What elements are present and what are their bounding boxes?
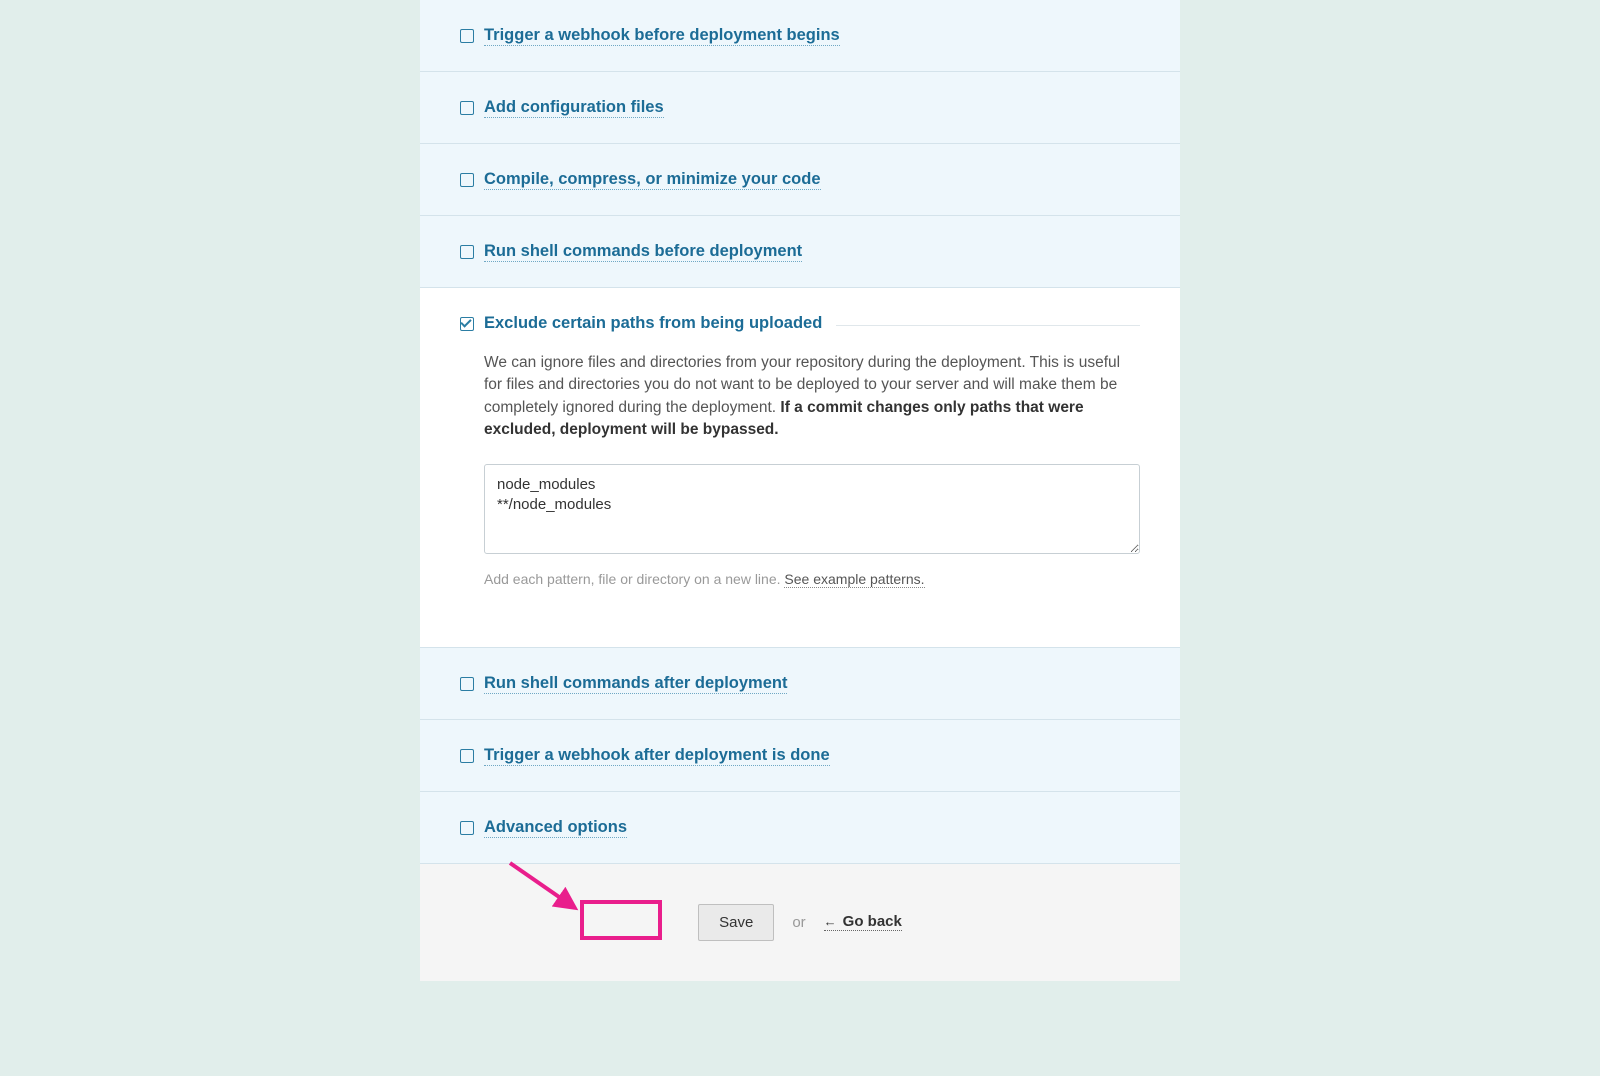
- arrow-left-icon: ←: [824, 914, 837, 929]
- footer-actions: Save or ← Go back: [420, 864, 1180, 981]
- section-title[interactable]: Compile, compress, or minimize your code: [484, 170, 821, 190]
- checkbox-icon[interactable]: [460, 821, 474, 835]
- checkbox-icon[interactable]: [460, 101, 474, 115]
- section-trigger-webhook-before[interactable]: Trigger a webhook before deployment begi…: [420, 0, 1180, 72]
- section-description: We can ignore files and directories from…: [484, 352, 1140, 442]
- or-divider: or: [792, 914, 805, 931]
- checkbox-icon[interactable]: [460, 29, 474, 43]
- section-title[interactable]: Trigger a webhook after deployment is do…: [484, 746, 830, 766]
- section-add-config-files[interactable]: Add configuration files: [420, 72, 1180, 144]
- hint-text: Add each pattern, file or directory on a…: [484, 571, 1140, 587]
- divider: [836, 325, 1140, 326]
- checkbox-icon[interactable]: [460, 173, 474, 187]
- save-button[interactable]: Save: [698, 904, 774, 941]
- exclude-paths-input[interactable]: [484, 464, 1140, 554]
- example-patterns-link[interactable]: See example patterns.: [784, 571, 924, 588]
- checkbox-checked-icon[interactable]: [460, 317, 474, 331]
- go-back-link[interactable]: ← Go back: [824, 913, 902, 931]
- checkbox-icon[interactable]: [460, 245, 474, 259]
- annotation-arrow-icon: [505, 858, 595, 918]
- section-trigger-webhook-after[interactable]: Trigger a webhook after deployment is do…: [420, 720, 1180, 792]
- section-advanced-options[interactable]: Advanced options: [420, 792, 1180, 864]
- section-run-shell-before[interactable]: Run shell commands before deployment: [420, 216, 1180, 288]
- section-title[interactable]: Add configuration files: [484, 98, 664, 118]
- checkbox-icon[interactable]: [460, 749, 474, 763]
- section-title[interactable]: Trigger a webhook before deployment begi…: [484, 26, 840, 46]
- checkbox-icon[interactable]: [460, 677, 474, 691]
- section-compile-compress[interactable]: Compile, compress, or minimize your code: [420, 144, 1180, 216]
- section-exclude-paths: Exclude certain paths from being uploade…: [420, 288, 1180, 647]
- settings-panel: Trigger a webhook before deployment begi…: [420, 0, 1180, 981]
- section-run-shell-after[interactable]: Run shell commands after deployment: [420, 647, 1180, 720]
- section-title[interactable]: Run shell commands before deployment: [484, 242, 802, 262]
- section-title[interactable]: Run shell commands after deployment: [484, 674, 787, 694]
- section-title[interactable]: Exclude certain paths from being uploade…: [484, 314, 822, 334]
- section-title[interactable]: Advanced options: [484, 818, 627, 838]
